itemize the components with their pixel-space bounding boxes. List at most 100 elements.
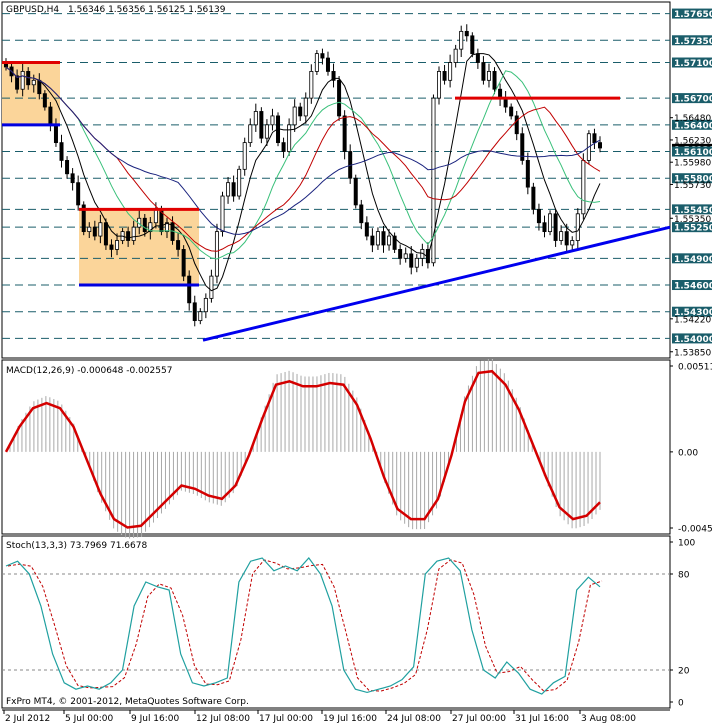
candle-body	[214, 231, 219, 277]
ohlc-values: 1.56346 1.56356 1.56125 1.56139	[68, 5, 226, 15]
macd-tick-label: 0.00	[678, 448, 698, 458]
candle-body	[364, 222, 369, 237]
candle-body	[492, 71, 497, 90]
candle-body	[209, 275, 214, 299]
candle-body	[259, 111, 264, 139]
candle-body	[575, 213, 580, 241]
candle-body	[253, 111, 258, 126]
price-label: 1.54600	[674, 282, 712, 292]
candle-body	[342, 115, 347, 152]
price-label: 1.57350	[674, 37, 712, 47]
price-tick-label: 1.55980	[674, 159, 711, 169]
candle-body	[531, 186, 536, 210]
candle-body	[292, 106, 297, 126]
candle-body	[525, 160, 530, 188]
price-tick-label: 1.55730	[674, 181, 711, 191]
candle-body	[198, 311, 203, 322]
candle-body	[76, 182, 81, 206]
candle-body	[303, 97, 308, 117]
candle-body	[20, 71, 25, 90]
time-label: 3 Aug 08:00	[581, 714, 636, 724]
candle-body	[298, 106, 303, 117]
candle-body	[325, 57, 330, 72]
candle-body	[53, 124, 58, 144]
candle-body	[237, 168, 242, 197]
price-label: 1.57650	[674, 10, 712, 20]
candle-body	[115, 240, 120, 250]
candle-body	[314, 53, 319, 72]
candle-body	[542, 222, 547, 233]
macd-panel	[1, 359, 671, 535]
candle-body	[387, 235, 392, 246]
copyright-text: FxPro MT4, © 2001-2012, MetaQuotes Softw…	[6, 697, 249, 707]
candle-body	[242, 142, 247, 170]
candle-body	[70, 173, 75, 184]
candle-body	[459, 30, 464, 50]
stoch-tick-label: 80	[678, 571, 690, 581]
price-label: 1.55250	[674, 224, 712, 234]
candle-body	[42, 93, 47, 108]
candle-body	[320, 53, 325, 59]
candle-body	[48, 106, 53, 126]
time-label: 9 Jul 16:00	[131, 714, 180, 724]
time-label: 31 Jul 16:00	[515, 714, 569, 724]
time-label: 19 Jul 16:00	[323, 714, 377, 724]
price-tick-label: 1.54220	[674, 315, 711, 325]
candle-body	[220, 195, 225, 233]
candle-body	[65, 160, 70, 175]
candle-body	[570, 240, 575, 246]
candle-body	[464, 30, 469, 37]
candle-body	[409, 253, 414, 268]
time-label: 17 Jul 00:00	[259, 714, 313, 724]
candle-body	[37, 79, 42, 95]
candle-body	[442, 71, 447, 81]
candle-body	[176, 240, 181, 250]
candle-body	[437, 71, 442, 99]
candle-body	[403, 253, 408, 259]
candle-body	[287, 124, 292, 152]
time-label: 12 Jul 08:00	[196, 714, 250, 724]
stoch-panel	[1, 535, 671, 709]
time-label: 5 Jul 00:00	[65, 714, 114, 724]
candle-body	[87, 226, 92, 233]
candle-body	[248, 124, 253, 144]
candle-body	[598, 142, 603, 149]
candle-body	[226, 182, 231, 197]
candle-body	[481, 62, 486, 81]
candle-body	[359, 204, 364, 224]
candle-body	[414, 257, 419, 268]
candle-body	[187, 275, 192, 304]
macd-tick-label: 0.00511	[678, 363, 712, 373]
candle-body	[448, 62, 453, 81]
candle-body	[126, 231, 131, 241]
candle-body	[398, 249, 403, 259]
candle-body	[264, 124, 269, 139]
candle-body	[486, 71, 491, 81]
candle-body	[470, 35, 475, 55]
price-tick-label: 1.56230	[674, 136, 711, 146]
candle-body	[514, 115, 519, 135]
candle-body	[536, 208, 541, 224]
price-label: 1.57100	[674, 59, 712, 69]
candle-body	[559, 231, 564, 241]
macd-tick-label: -0.00453	[678, 525, 712, 535]
candle-body	[92, 226, 97, 237]
candle-body	[337, 79, 342, 117]
candle-body	[153, 208, 158, 224]
stoch-tick-label: 100	[678, 539, 695, 549]
candle-body	[203, 297, 208, 313]
candle-body	[59, 142, 64, 161]
candle-body	[270, 115, 275, 126]
candle-body	[109, 244, 114, 250]
candle-body	[309, 71, 314, 99]
time-label: 27 Jul 00:00	[452, 714, 506, 724]
candle-body	[31, 79, 36, 86]
stoch-label: Stoch(13,3,3) 73.7969 71.6678	[6, 541, 147, 551]
candle-body	[98, 222, 103, 237]
time-label: 24 Jul 08:00	[387, 714, 441, 724]
price-label: 1.56100	[674, 148, 712, 158]
candle-body	[375, 231, 380, 246]
candle-body	[509, 106, 514, 117]
candle-body	[103, 222, 108, 246]
price-tick-label: 1.56480	[674, 114, 711, 124]
